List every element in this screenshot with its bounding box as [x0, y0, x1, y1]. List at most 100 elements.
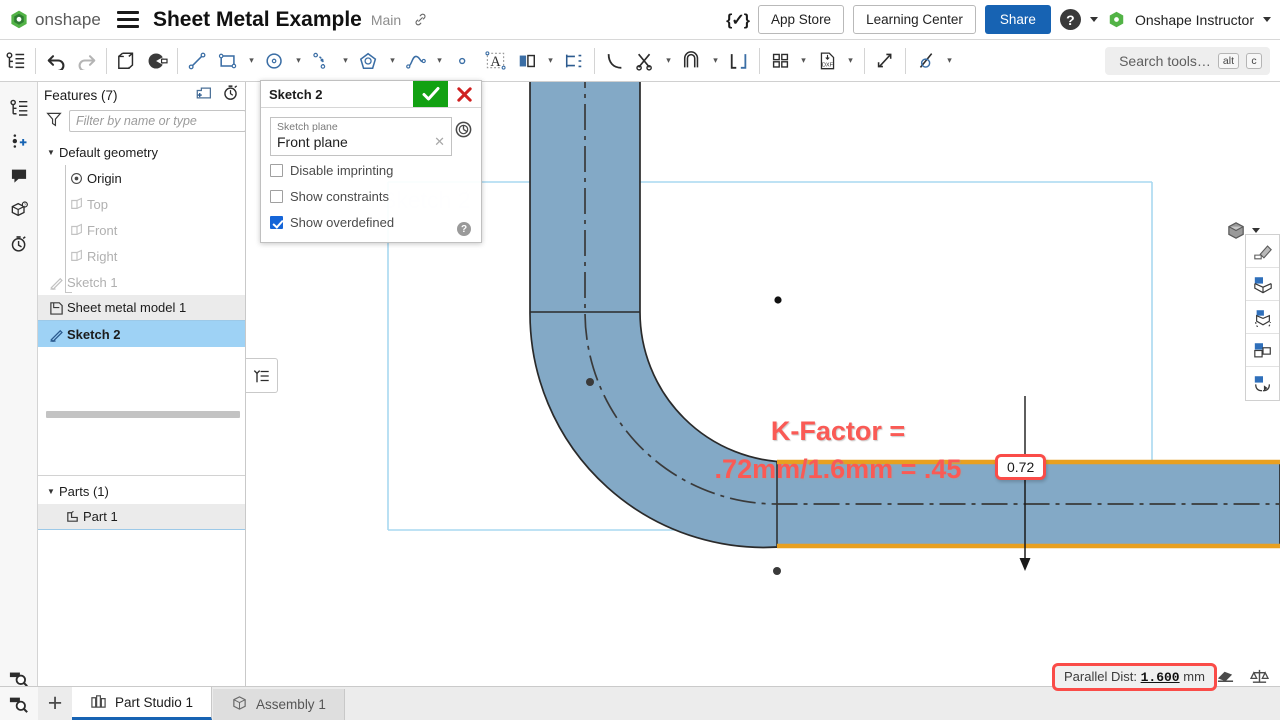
feature-row-top-plane[interactable]: Top [38, 191, 245, 217]
construction-icon[interactable] [911, 40, 941, 82]
feature-row-sketch-2[interactable]: Sketch 2 [38, 321, 245, 347]
mirror-chevron-down-icon[interactable]: ▾ [542, 40, 559, 82]
user-name[interactable]: Onshape Instructor [1135, 12, 1254, 28]
parts-header[interactable]: ▼ Parts (1) [38, 478, 246, 504]
feature-row-default-geometry[interactable]: ▼ Default geometry [38, 139, 245, 165]
line-icon[interactable] [183, 40, 213, 82]
polygon-icon[interactable] [354, 40, 384, 82]
fillet-icon[interactable] [600, 40, 630, 82]
option-show-constraints[interactable]: Show constraints [270, 185, 472, 208]
feature-row-right-plane[interactable]: Right [38, 243, 245, 269]
offset-icon[interactable] [677, 40, 707, 82]
pattern-chevron-down-icon[interactable]: ▾ [795, 40, 812, 82]
chevron-down-icon[interactable]: ▼ [43, 148, 59, 157]
checkbox-show-constraints[interactable] [270, 190, 283, 203]
checkbox-show-overdefined[interactable] [270, 216, 283, 229]
rectangle-icon[interactable] [213, 40, 243, 82]
onshape-logo-icon[interactable] [8, 9, 30, 31]
trim-chevron-down-icon[interactable]: ▾ [660, 40, 677, 82]
arc-chevron-down-icon[interactable]: ▾ [337, 40, 354, 82]
feature-row-sheet-metal-model-1[interactable]: Sheet metal model 1 [38, 295, 245, 321]
dimension-value-box[interactable]: 0.72 [995, 454, 1046, 480]
measure-tool-icon[interactable] [1216, 668, 1235, 690]
section-view-icon[interactable] [1246, 334, 1279, 367]
display-chevron-down-icon[interactable] [1252, 228, 1260, 233]
transform-icon[interactable] [870, 40, 900, 82]
point-icon[interactable] [448, 40, 478, 82]
help-icon[interactable]: ? [1060, 9, 1081, 30]
offset-chevron-down-icon[interactable]: ▾ [707, 40, 724, 82]
spline-icon[interactable] [401, 40, 431, 82]
spline-chevron-down-icon[interactable]: ▾ [431, 40, 448, 82]
search-tools-input[interactable]: Search tools… alt c [1105, 47, 1270, 75]
rollback-history-icon[interactable] [222, 84, 239, 106]
add-tab-button[interactable]: + [38, 687, 72, 720]
circle-icon[interactable] [260, 40, 290, 82]
collapse-panel-icon[interactable] [246, 358, 278, 393]
checkbox-disable-imprinting[interactable] [270, 164, 283, 177]
dimension-icon[interactable] [559, 40, 589, 82]
mass-properties-icon[interactable] [1250, 668, 1269, 690]
filter-input[interactable] [69, 110, 246, 132]
app-store-button[interactable]: App Store [758, 5, 844, 34]
use-project-icon[interactable] [724, 40, 754, 82]
option-disable-imprinting[interactable]: Disable imprinting [270, 159, 472, 182]
part-properties-icon[interactable]: ? [0, 192, 38, 226]
extrude-icon[interactable] [112, 40, 142, 82]
feature-row-sketch-1[interactable]: Sketch 1 [38, 269, 245, 295]
feature-row-front-plane[interactable]: Front [38, 217, 245, 243]
user-avatar-icon[interactable] [1107, 10, 1126, 29]
x-close-icon[interactable] [448, 81, 481, 107]
sketch-point-free[interactable] [774, 296, 781, 303]
arc-icon[interactable] [307, 40, 337, 82]
circle-chevron-down-icon[interactable]: ▾ [290, 40, 307, 82]
sketch-point-bend[interactable] [773, 567, 781, 575]
option-show-overdefined[interactable]: Show overdefined [270, 211, 472, 234]
feature-tree-icon[interactable] [0, 90, 38, 124]
sketch-point-upper[interactable] [586, 378, 594, 386]
help-chevron-down-icon[interactable] [1090, 17, 1098, 22]
text-icon[interactable]: A [478, 40, 512, 82]
construction-chevron-down-icon[interactable]: ▾ [941, 40, 958, 82]
trim-icon[interactable] [630, 40, 660, 82]
tab-assembly-1[interactable]: Assembly 1 [213, 689, 345, 720]
learning-center-button[interactable]: Learning Center [853, 5, 976, 34]
zoom-to-fit-icon[interactable] [0, 668, 38, 688]
plane-icon [66, 223, 87, 237]
clock-history-icon[interactable] [454, 120, 473, 144]
part-row-part-1[interactable]: Part 1 [38, 504, 246, 530]
dxf-chevron-down-icon[interactable]: ▾ [842, 40, 859, 82]
polygon-chevron-down-icon[interactable]: ▾ [384, 40, 401, 82]
clear-x-icon[interactable]: ✕ [434, 134, 445, 150]
mirror-icon[interactable] [512, 40, 542, 82]
rectangle-chevron-down-icon[interactable]: ▾ [243, 40, 260, 82]
tab-part-studio-1[interactable]: Part Studio 1 [72, 687, 212, 720]
share-button[interactable]: Share [985, 5, 1051, 34]
hamburger-menu-icon[interactable] [117, 11, 139, 28]
rotate-view-icon[interactable] [1246, 301, 1279, 334]
zoom-window-icon[interactable] [0, 687, 38, 720]
render-grid-icon[interactable] [1246, 268, 1279, 301]
appearance-icon[interactable] [1246, 235, 1279, 268]
sketch-pattern-icon[interactable] [765, 40, 795, 82]
explode-view-icon[interactable] [1246, 367, 1279, 400]
link-icon[interactable] [412, 11, 429, 28]
user-chevron-down-icon[interactable] [1263, 17, 1271, 22]
chevron-down-icon[interactable]: ▼ [43, 487, 59, 496]
filter-funnel-icon[interactable] [46, 111, 62, 132]
comments-icon[interactable] [0, 158, 38, 192]
insert-version-icon[interactable] [0, 124, 38, 158]
revolve-icon[interactable] [142, 40, 172, 82]
dxf-import-icon[interactable]: DXF [812, 40, 842, 82]
rollback-bar[interactable] [46, 411, 240, 418]
featurescript-icon[interactable]: {✓} [726, 10, 749, 30]
checkmark-icon[interactable] [413, 81, 448, 107]
redo-icon[interactable] [71, 40, 101, 82]
sketch-plane-field[interactable]: Sketch plane Front plane ✕ [270, 117, 452, 156]
feature-row-origin[interactable]: Origin [38, 165, 245, 191]
feature-list-icon[interactable] [0, 40, 30, 82]
undo-icon[interactable] [41, 40, 71, 82]
help-icon[interactable]: ? [457, 222, 471, 236]
add-folder-icon[interactable] [194, 85, 212, 106]
version-history-icon[interactable] [0, 226, 38, 260]
